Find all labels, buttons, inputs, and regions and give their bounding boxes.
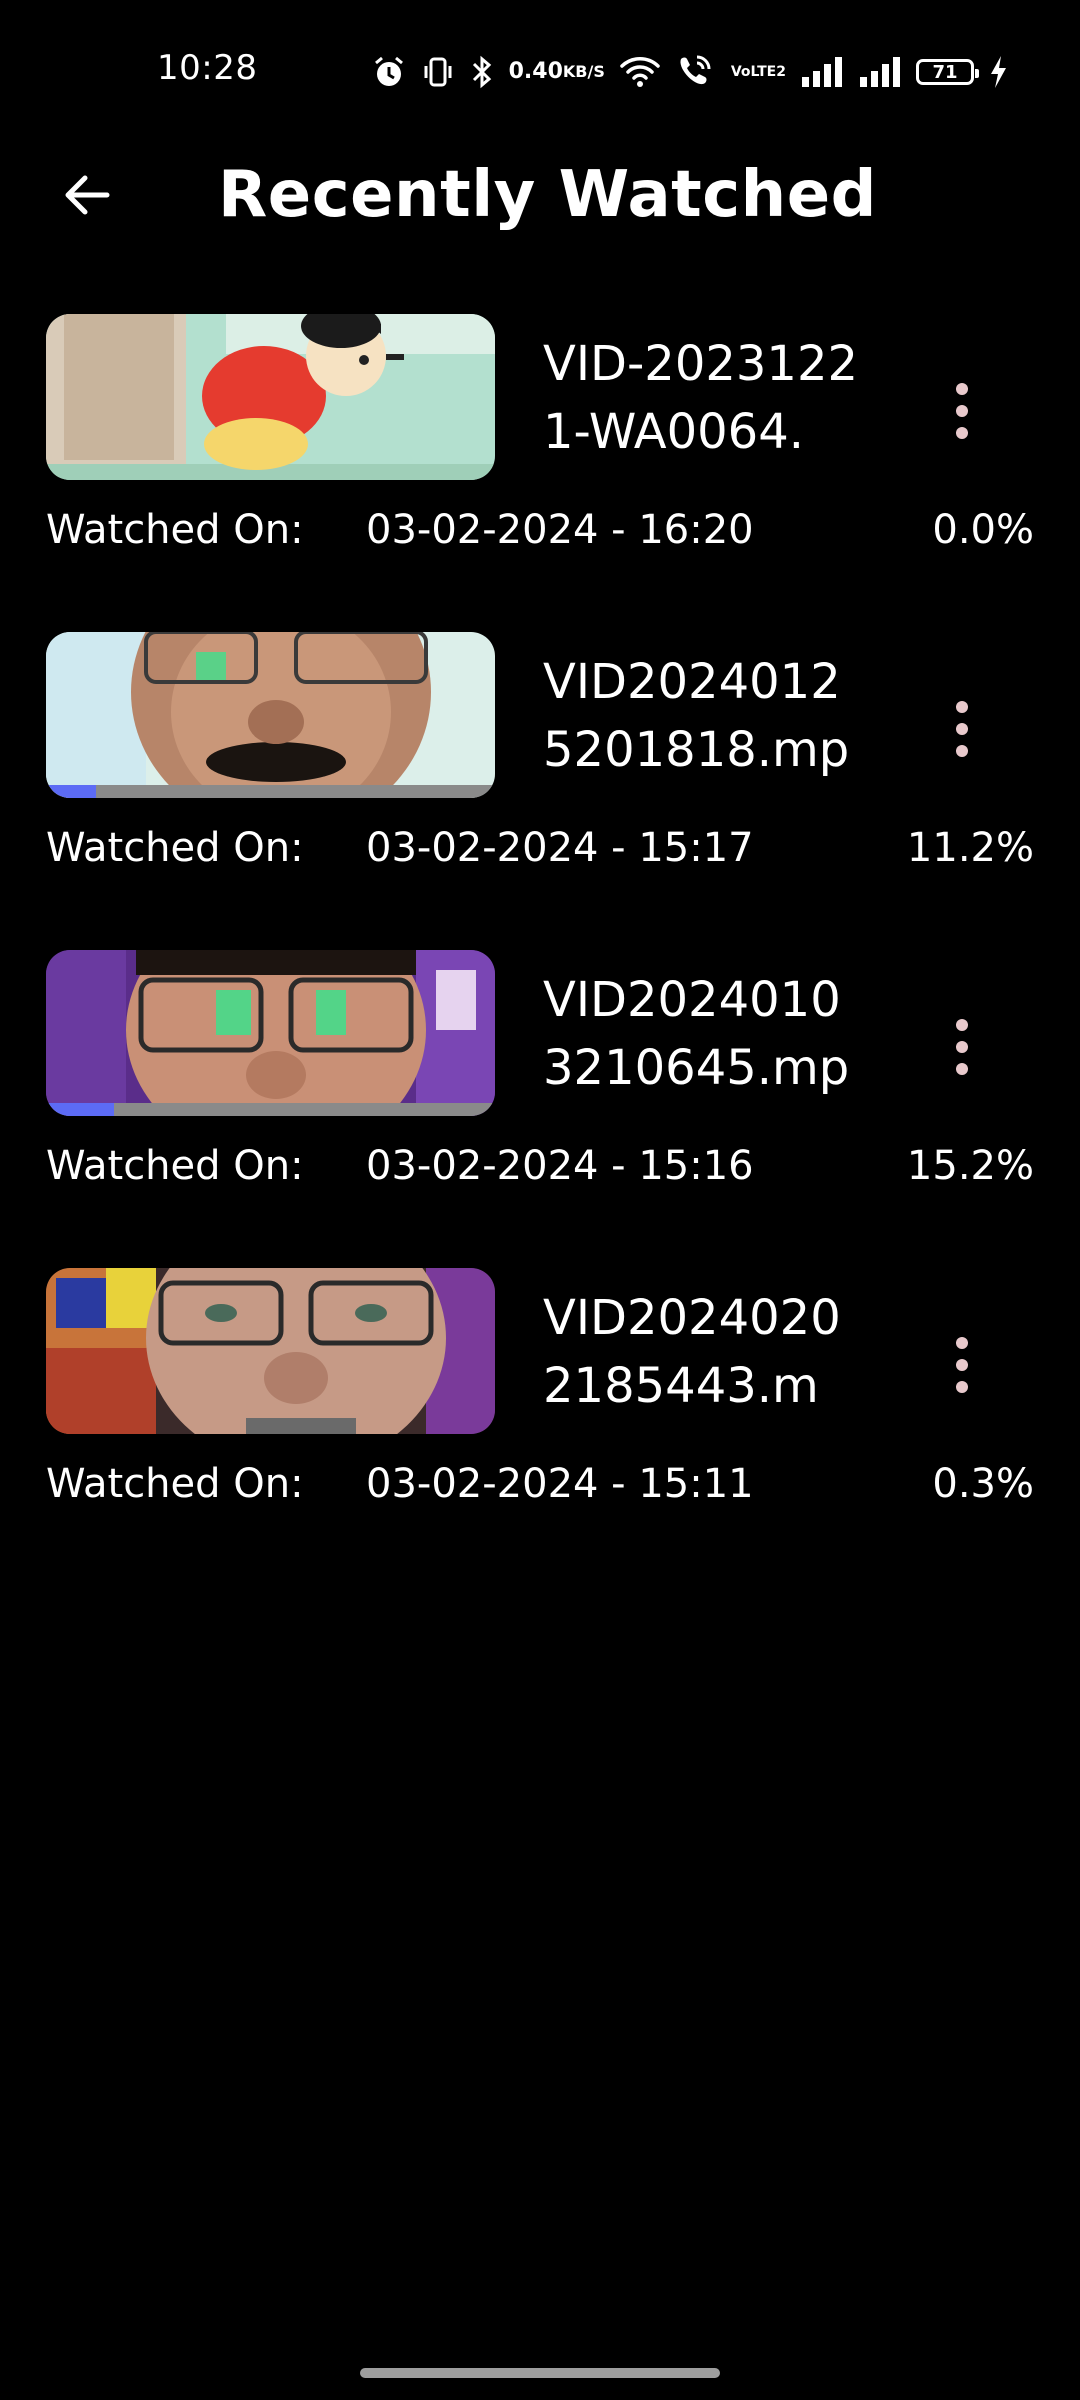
progress-fill (46, 1103, 115, 1116)
thumbnail-image (46, 632, 495, 798)
watched-on-row: Watched On: 03-02-2024 - 15:16 (46, 1140, 754, 1192)
more-vert-icon (956, 1041, 968, 1053)
net-speed-value: 0.40 (508, 59, 563, 84)
volte-top: Vo (730, 64, 751, 80)
watched-on-label: Watched On: (46, 1143, 304, 1189)
net-speed-unit: KB/S (562, 62, 605, 81)
watched-on-label: Watched On: (46, 825, 304, 871)
wifi-icon (619, 54, 661, 90)
more-vert-icon (956, 427, 968, 439)
recently-watched-list: VID-20231221-WA0064. Watched On: 03-02-20… (0, 310, 1080, 1582)
video-thumbnail[interactable] (46, 1268, 495, 1434)
page-title: Recently Watched (218, 158, 877, 232)
watched-on-label: Watched On: (46, 507, 304, 553)
more-vert-icon (956, 701, 968, 713)
progress-track (46, 1103, 495, 1116)
watch-percent: 11.2% (906, 825, 1034, 871)
video-name: VID20240202185443.m (543, 1290, 841, 1414)
vibrate-icon (421, 55, 455, 89)
progress-fill (46, 785, 97, 798)
watched-on-date: 03-02-2024 - 15:17 (366, 825, 754, 871)
charging-icon (988, 54, 1008, 90)
progress-track (46, 785, 495, 798)
watch-percent: 0.3% (932, 1461, 1034, 1507)
volte-icon: Vo LTE2 (731, 65, 786, 79)
more-vert-icon (956, 745, 968, 757)
net-speed: 0.40 KB/S (509, 61, 605, 83)
more-vert-icon (956, 723, 968, 735)
watch-percent: 15.2% (906, 1143, 1034, 1189)
signal-icon (800, 55, 844, 89)
more-vert-icon (956, 1359, 968, 1371)
watched-on-label: Watched On: (46, 1461, 304, 1507)
battery-icon: 71 (916, 59, 979, 85)
video-thumbnail[interactable] (46, 314, 495, 480)
watched-on-date: 03-02-2024 - 15:16 (366, 1143, 754, 1189)
more-options-button[interactable] (932, 684, 992, 774)
list-item[interactable]: VID20240125201818.mp Watched On: 03-02-20… (0, 628, 1080, 946)
alarm-icon (371, 54, 407, 90)
arrow-left-icon (65, 175, 110, 215)
video-thumbnail[interactable] (46, 950, 495, 1116)
thumbnail-image (46, 950, 495, 1116)
video-name: VID20240125201818.mp (543, 654, 850, 778)
bluetooth-icon (469, 54, 495, 90)
more-vert-icon (956, 1063, 968, 1075)
list-item[interactable]: VID20240202185443.m Watched On: 03-02-202… (0, 1264, 1080, 1582)
watch-percent: 0.0% (932, 507, 1034, 553)
video-thumbnail[interactable] (46, 632, 495, 798)
status-bar: 10:28 0.40 KB/S Vo LTE2 71 (0, 0, 1080, 140)
more-vert-icon (956, 1337, 968, 1349)
video-name: VID-20231221-WA0064. (543, 336, 859, 460)
more-options-button[interactable] (932, 366, 992, 456)
video-name: VID20240103210645.mp (543, 972, 850, 1096)
more-vert-icon (956, 1019, 968, 1031)
watched-on-date: 03-02-2024 - 16:20 (366, 507, 754, 553)
thumbnail-image (46, 314, 495, 480)
back-button[interactable] (54, 162, 120, 228)
watched-on-row: Watched On: 03-02-2024 - 15:17 (46, 822, 754, 874)
status-icons: 0.40 KB/S Vo LTE2 71 (371, 50, 1008, 94)
volte-bottom: LTE2 (750, 64, 786, 80)
home-indicator[interactable] (360, 2368, 720, 2378)
thumbnail-image (46, 1268, 495, 1434)
wifi-calling-icon (675, 53, 717, 91)
more-options-button[interactable] (932, 1320, 992, 1410)
watched-on-row: Watched On: 03-02-2024 - 16:20 (46, 504, 754, 556)
more-vert-icon (956, 1381, 968, 1393)
status-time: 10:28 (157, 48, 258, 88)
list-item[interactable]: VID20240103210645.mp Watched On: 03-02-20… (0, 946, 1080, 1264)
app-header: Recently Watched (0, 150, 1080, 240)
watched-on-date: 03-02-2024 - 15:11 (366, 1461, 754, 1507)
more-vert-icon (956, 405, 968, 417)
watched-on-row: Watched On: 03-02-2024 - 15:11 (46, 1458, 754, 1510)
more-vert-icon (956, 383, 968, 395)
signal-icon (858, 55, 902, 89)
list-item[interactable]: VID-20231221-WA0064. Watched On: 03-02-20… (0, 310, 1080, 628)
more-options-button[interactable] (932, 1002, 992, 1092)
